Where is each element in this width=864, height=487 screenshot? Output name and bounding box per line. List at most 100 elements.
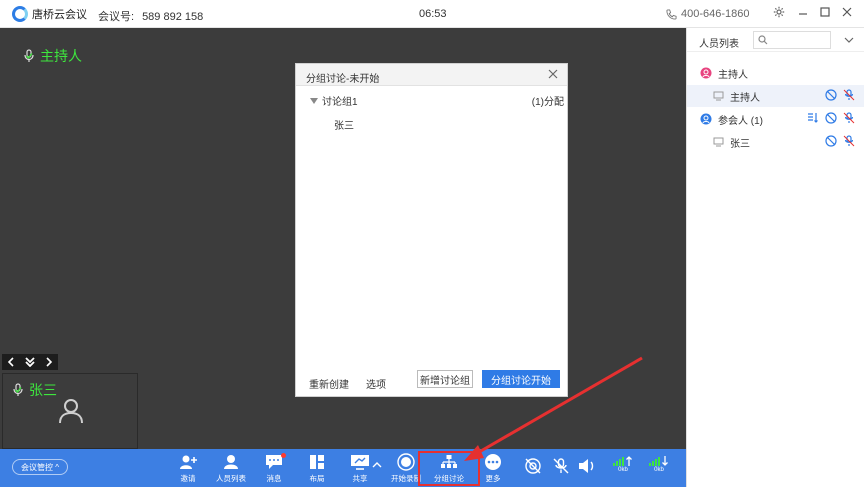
search-input[interactable] (753, 31, 831, 49)
share-options-button[interactable] (367, 461, 387, 475)
microphone-icon (24, 49, 34, 62)
phone-icon (666, 8, 677, 20)
dialog-title: 分组讨论-未开始 (306, 74, 380, 85)
meeting-clock: 06:53 (419, 8, 447, 20)
host-row[interactable]: 主持人 (687, 85, 864, 107)
bottom-toolbar: 会议管控 ^ 邀请 人员列表 消息 布局 共享 开始录制 分组讨论 更多 0kb… (0, 449, 686, 487)
dialog-header: 分组讨论-未开始 (296, 64, 567, 86)
chevron-right-icon[interactable] (39, 354, 58, 370)
share-label: 共享 (352, 474, 368, 483)
participant-panel: 人员列表 主持人 主持人 参会人 (1) 张三 (686, 28, 864, 487)
settings-icon[interactable] (772, 5, 786, 19)
close-icon[interactable] (840, 5, 854, 19)
chat-button[interactable]: 消息 (254, 453, 294, 487)
chevron-down-icon[interactable] (837, 31, 861, 49)
upload-rate: 0kb (618, 467, 628, 473)
download-rate: 0kb (654, 467, 664, 473)
invite-icon (179, 453, 197, 471)
meeting-control-button[interactable]: 会议管控 ^ (12, 459, 68, 475)
participant-tile-label: 张三 (11, 380, 57, 400)
hotline: 400-646-1860 (666, 8, 750, 20)
more-button[interactable]: 更多 (473, 453, 513, 487)
download-stats: 0kb (648, 455, 670, 473)
spotlight-icon[interactable] (807, 112, 819, 127)
participant-section: 参会人 (1) (687, 108, 864, 130)
members-icon (222, 453, 240, 471)
microphone-off-icon[interactable] (843, 134, 855, 150)
microphone-icon (13, 383, 23, 396)
record-label: 开始录制 (391, 474, 421, 483)
microphone-off-icon[interactable] (843, 88, 855, 104)
panel-title: 人员列表 (699, 39, 739, 50)
chat-label: 消息 (266, 474, 282, 483)
host-badge-icon (700, 67, 712, 79)
expand-triangle-icon[interactable] (310, 97, 318, 104)
recreate-link[interactable]: 重新创建 (309, 376, 349, 391)
upload-stats: 0kb (612, 455, 634, 473)
meeting-number-label: 会议号: (98, 11, 135, 23)
breakout-label: 分组讨论 (434, 474, 464, 483)
computer-icon (713, 137, 724, 147)
app-name: 唐桥云会议 (32, 9, 87, 21)
participant-tile-name: 张三 (29, 382, 57, 398)
chevron-up-icon (372, 462, 382, 468)
invite-label: 邀请 (180, 474, 196, 483)
breakout-button[interactable]: 分组讨论 (418, 451, 480, 486)
minimize-icon[interactable] (796, 5, 810, 19)
group-count: (1)分配 (531, 97, 564, 108)
tile-collapse-bar (2, 354, 58, 370)
chevron-left-icon[interactable] (2, 354, 21, 370)
more-icon (484, 453, 502, 471)
participant-name: 张三 (730, 138, 750, 150)
camera-off-icon[interactable] (825, 134, 837, 150)
host-video-label: 主持人 (22, 46, 82, 66)
layout-icon (309, 453, 325, 471)
camera-off-icon[interactable] (825, 88, 837, 104)
breakout-icon (440, 453, 458, 471)
unread-dot (281, 453, 286, 458)
participant-row[interactable]: 张三 (687, 131, 864, 153)
breakout-dialog: 分组讨论-未开始 讨论组1 (1)分配 张三 重新创建 选项 新增讨论组 分组讨… (295, 63, 568, 397)
layout-button[interactable]: 布局 (297, 453, 337, 487)
participant-section-label: 参会人 (1) (718, 115, 763, 127)
layout-label: 布局 (309, 474, 325, 483)
double-chevron-down-icon[interactable] (21, 354, 40, 370)
members-label: 人员列表 (216, 474, 246, 483)
members-button[interactable]: 人员列表 (211, 453, 251, 487)
dialog-footer: 重新创建 选项 新增讨论组 分组讨论开始 (296, 366, 567, 396)
group-member[interactable]: 张三 (334, 117, 354, 132)
maximize-icon[interactable] (818, 5, 832, 19)
download-signal-icon (649, 456, 668, 466)
add-group-button[interactable]: 新增讨论组 (417, 370, 473, 388)
host-section-label: 主持人 (718, 69, 748, 81)
speaker-button[interactable] (567, 457, 607, 487)
upload-signal-icon (613, 456, 632, 466)
search-icon (758, 35, 768, 45)
record-icon (397, 453, 415, 471)
camera-off-icon[interactable] (825, 111, 837, 127)
host-section: 主持人 (687, 62, 864, 84)
speaker-icon (578, 457, 596, 475)
hotline-number: 400-646-1860 (681, 8, 750, 20)
participant-badge-icon (700, 113, 712, 125)
host-name: 主持人 (730, 92, 760, 104)
group-name: 讨论组1 (322, 97, 358, 108)
meeting-number: 会议号: 589 892 158 (98, 8, 211, 24)
app-logo: 唐桥云会议 (12, 6, 87, 22)
start-breakout-button[interactable]: 分组讨论开始 (482, 370, 560, 388)
logo-icon (12, 6, 28, 22)
camera-off-icon (524, 457, 542, 475)
more-label: 更多 (485, 474, 501, 483)
invite-button[interactable]: 邀请 (168, 453, 208, 487)
host-name: 主持人 (40, 48, 82, 64)
avatar-icon (59, 398, 83, 427)
participant-tile[interactable]: 张三 (2, 373, 138, 449)
close-icon[interactable] (547, 68, 559, 80)
title-bar: 唐桥云会议 会议号: 589 892 158 06:53 400-646-1860 (0, 0, 864, 28)
panel-header: 人员列表 (687, 28, 864, 52)
options-link[interactable]: 选项 (366, 376, 386, 391)
computer-icon (713, 91, 724, 101)
group-row[interactable]: 讨论组1 (1)分配 (310, 93, 564, 108)
meeting-number-value: 589 892 158 (142, 11, 204, 23)
microphone-off-icon[interactable] (843, 111, 855, 127)
